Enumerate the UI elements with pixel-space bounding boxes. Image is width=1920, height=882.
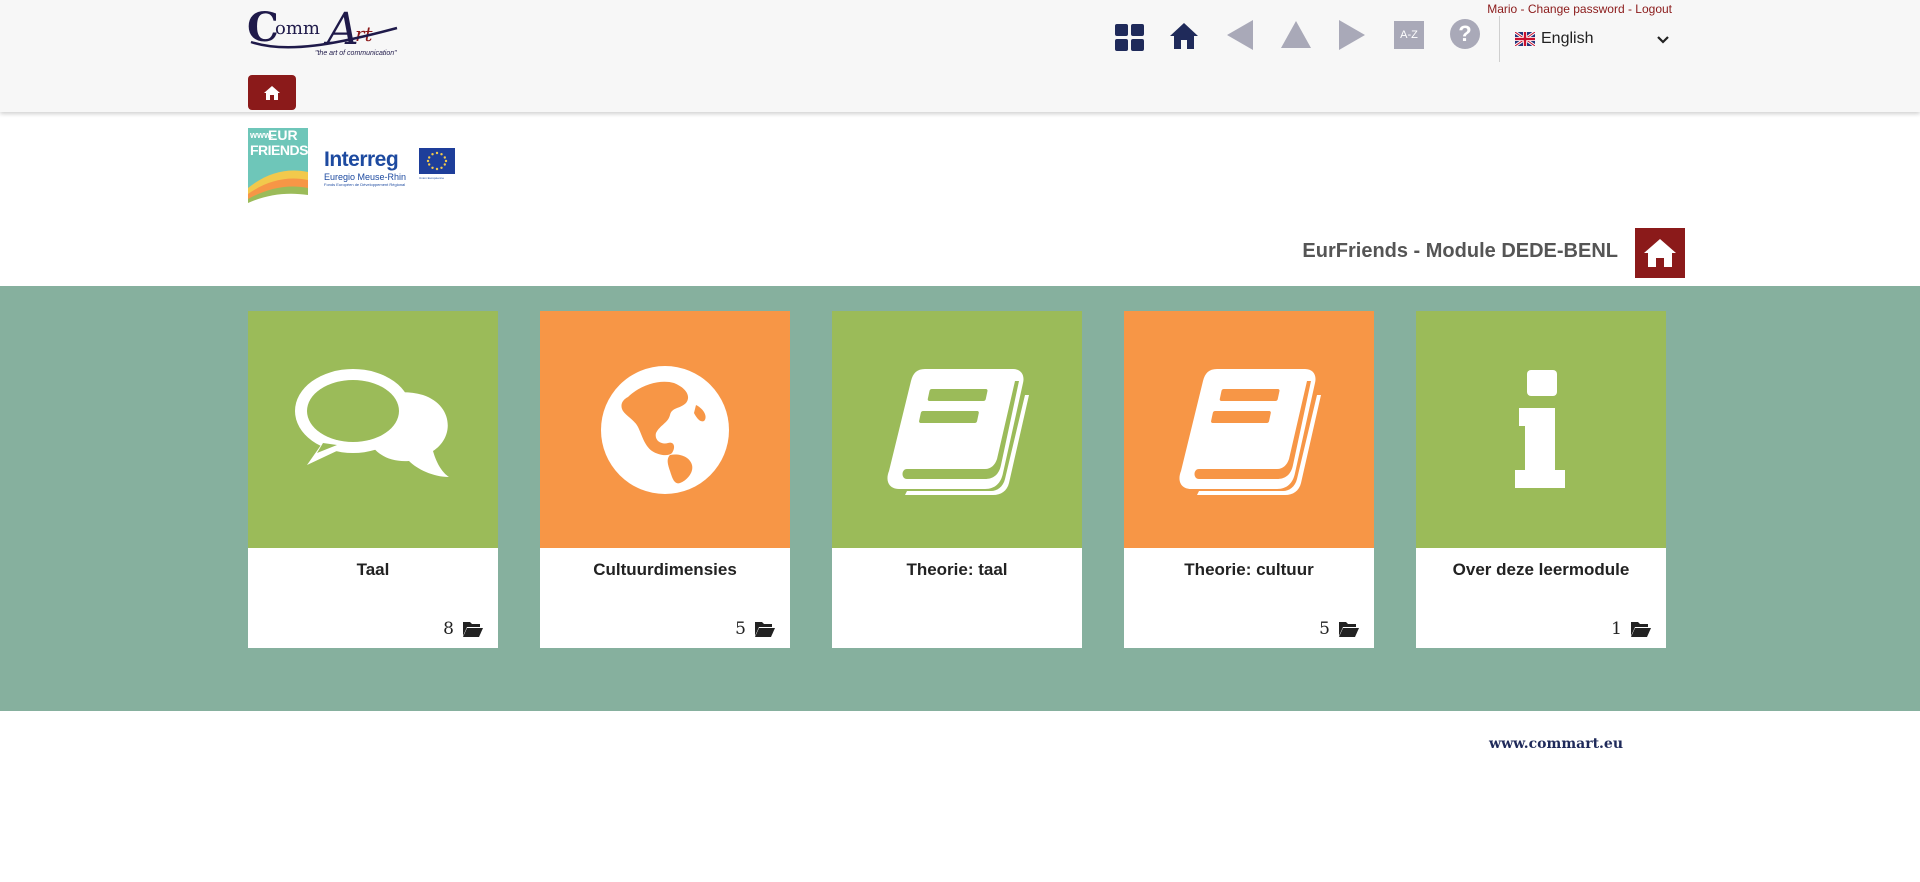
card-tile[interactable] (1416, 311, 1666, 548)
card-count: 1 (1611, 619, 1652, 639)
breadcrumb-home-button[interactable] (248, 75, 296, 110)
chevron-down-icon (1657, 36, 1669, 44)
uk-flag-icon (1515, 32, 1535, 46)
folder-open-icon (1631, 622, 1651, 637)
module-card-taal[interactable]: Taal 8 (248, 311, 498, 648)
next-button[interactable] (1332, 15, 1372, 55)
logout-link[interactable]: Logout (1635, 2, 1672, 16)
home-icon (1644, 239, 1676, 267)
page-title: EurFriends - Module DEDE-BENL (1302, 240, 1618, 262)
folder-open-icon (1339, 622, 1359, 637)
eurfriends-rainbow-icon (248, 170, 308, 204)
commart-logo[interactable]: C omm A rt "the art of communication" (247, 4, 403, 60)
az-icon: A-Z (1394, 21, 1424, 49)
user-links: Mario - Change password - Logout (1470, 2, 1672, 16)
module-home-button[interactable] (1635, 228, 1685, 278)
sponsor-logos: www. EUR FRIENDS Interreg Euregio Meuse-… (248, 128, 458, 204)
card-label: Theorie: taal (906, 560, 1008, 579)
interreg-logo: Interreg Euregio Meuse-Rhin Fonds Europé… (324, 148, 458, 187)
card-tile[interactable] (248, 311, 498, 548)
logo-tagline: "the art of communication" (315, 50, 397, 57)
card-label: Taal (356, 560, 390, 579)
language-selected-value: English (1541, 30, 1594, 47)
card-count-value: 5 (735, 619, 746, 639)
interreg-name: Interreg (324, 148, 399, 171)
change-password-link[interactable]: Change password (1528, 2, 1625, 16)
user-name-link[interactable]: Mario (1487, 2, 1517, 16)
card-count-value: 8 (443, 619, 454, 639)
eu-flag-icon (419, 148, 455, 174)
interreg-fund: Fonds Européen de Développement Régional (324, 182, 406, 187)
card-count-value: 1 (1611, 619, 1622, 639)
language-select[interactable]: English (1515, 27, 1670, 51)
arrow-up-icon (1281, 21, 1311, 48)
card-tile[interactable] (540, 311, 790, 548)
az-label: A-Z (1400, 29, 1418, 41)
module-card-theorie-cultuur[interactable]: Theorie: cultuur 5 (1124, 311, 1374, 648)
card-count: 8 (443, 619, 484, 639)
arrow-right-icon (1339, 20, 1365, 50)
folder-open-icon (463, 622, 483, 637)
arrow-left-icon (1227, 20, 1253, 50)
az-index-button[interactable]: A-Z (1389, 15, 1429, 55)
card-tile[interactable] (832, 311, 1082, 548)
user-links-separator: - (1624, 2, 1636, 16)
help-icon: ? (1450, 19, 1480, 49)
user-links-separator: - (1517, 2, 1528, 16)
module-card-cultuurdimensies[interactable]: Cultuurdimensies 5 (540, 311, 790, 648)
globe-icon (601, 365, 729, 494)
card-label: Over deze leermodule (1452, 560, 1630, 579)
home-icon (264, 85, 280, 100)
card-tile[interactable] (1124, 311, 1374, 548)
eu-caption: Union Européenne (419, 176, 445, 180)
dashboard-grid-button[interactable] (1110, 18, 1150, 58)
info-icon (1515, 369, 1565, 488)
book-icon (887, 368, 1029, 495)
toolbar-divider (1499, 16, 1500, 62)
footer-website-link[interactable]: www.commart.eu (1400, 736, 1623, 752)
card-count: 5 (1319, 619, 1360, 639)
book-icon (1179, 368, 1321, 495)
module-card-over-deze-leermodule[interactable]: Over deze leermodule 1 (1416, 311, 1666, 648)
card-count: 5 (735, 619, 776, 639)
speech-bubbles-icon (295, 368, 449, 477)
header-bar: C omm A rt "the art of communication" Ma… (0, 0, 1920, 112)
help-label: ? (1458, 21, 1472, 46)
folder-open-icon (755, 622, 775, 637)
logo-swoosh-icon (250, 26, 398, 49)
up-button[interactable] (1276, 14, 1316, 54)
home-icon (1170, 23, 1198, 49)
eurfriends-logo: www. EUR FRIENDS (248, 128, 308, 204)
previous-button[interactable] (1220, 15, 1260, 55)
card-count-value: 5 (1319, 619, 1330, 639)
help-button[interactable]: ? (1445, 14, 1485, 54)
grid-icon (1115, 24, 1144, 51)
interreg-region: Euregio Meuse-Rhin (324, 172, 407, 182)
card-label: Cultuurdimensies (593, 560, 737, 579)
toolbar-home-button[interactable] (1164, 16, 1204, 56)
card-label: Theorie: cultuur (1184, 560, 1314, 579)
module-card-theorie-taal[interactable]: Theorie: taal (832, 311, 1082, 648)
